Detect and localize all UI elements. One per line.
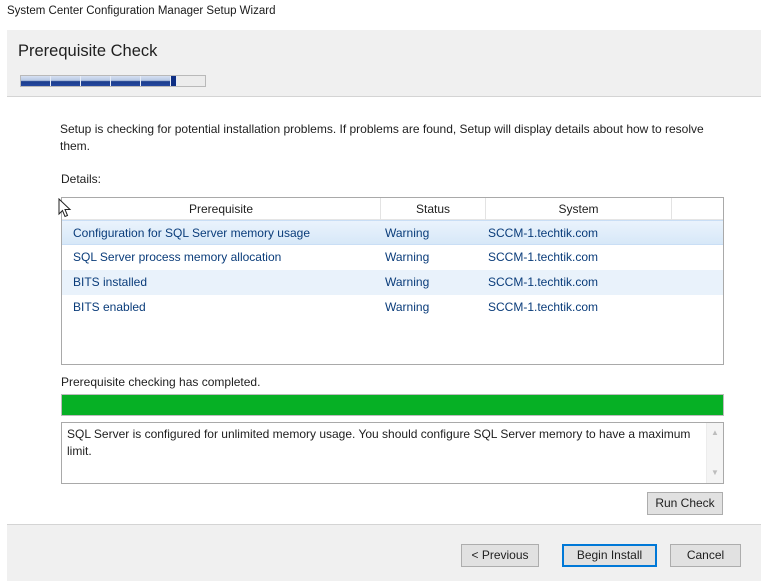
column-header-filler	[672, 198, 723, 220]
step-segment-complete	[111, 76, 141, 86]
intro-text: Setup is checking for potential installa…	[60, 122, 704, 153]
mouse-pointer-icon	[58, 198, 72, 218]
step-segment-remaining	[177, 76, 205, 86]
column-header-prerequisite[interactable]: Prerequisite	[62, 198, 381, 220]
header-divider	[7, 96, 761, 97]
cell-prerequisite: SQL Server process memory allocation	[73, 250, 282, 264]
wizard-header: Prerequisite Check	[7, 30, 761, 96]
step-segment-complete	[51, 76, 81, 86]
page-title: Prerequisite Check	[18, 42, 158, 60]
table-header: Prerequisite Status System	[62, 198, 723, 220]
previous-button[interactable]: < Previous	[461, 544, 539, 567]
column-header-system[interactable]: System	[486, 198, 672, 220]
step-segment-complete	[141, 76, 171, 86]
message-scrollbar[interactable]: ▲ ▼	[706, 423, 723, 483]
table-row[interactable]: BITS enabled Warning SCCM-1.techtik.com	[62, 295, 723, 320]
cell-status: Warning	[385, 300, 430, 314]
cell-prerequisite: BITS enabled	[73, 300, 146, 314]
step-segment-complete	[21, 76, 51, 86]
cell-status: Warning	[385, 250, 430, 264]
cell-system: SCCM-1.techtik.com	[488, 250, 599, 264]
prerequisite-table[interactable]: Prerequisite Status System Configuration…	[61, 197, 724, 365]
cell-status: Warning	[385, 226, 430, 240]
cell-system: SCCM-1.techtik.com	[488, 300, 599, 314]
cell-status: Warning	[385, 275, 430, 289]
scroll-up-arrow-icon[interactable]: ▲	[707, 425, 723, 441]
column-header-status[interactable]: Status	[381, 198, 486, 220]
check-status-text: Prerequisite checking has completed.	[61, 375, 261, 389]
table-row[interactable]: SQL Server process memory allocation War…	[62, 245, 723, 270]
details-message: SQL Server is configured for unlimited m…	[67, 427, 691, 458]
details-label: Details:	[61, 172, 102, 186]
window-title: System Center Configuration Manager Setu…	[7, 5, 276, 17]
run-check-button[interactable]: Run Check	[647, 492, 723, 515]
scroll-down-arrow-icon[interactable]: ▼	[707, 465, 723, 481]
table-row[interactable]: Configuration for SQL Server memory usag…	[62, 220, 723, 245]
wizard-step-progress	[20, 75, 206, 87]
cell-prerequisite: Configuration for SQL Server memory usag…	[73, 226, 310, 240]
cell-system: SCCM-1.techtik.com	[488, 226, 599, 240]
cancel-button[interactable]: Cancel	[670, 544, 741, 567]
cell-system: SCCM-1.techtik.com	[488, 275, 599, 289]
cell-prerequisite: BITS installed	[73, 275, 148, 289]
check-progress-bar	[61, 394, 724, 416]
check-progress-fill	[62, 395, 723, 415]
details-message-box[interactable]: SQL Server is configured for unlimited m…	[61, 422, 724, 484]
step-segment-complete	[81, 76, 111, 86]
table-row[interactable]: BITS installed Warning SCCM-1.techtik.co…	[62, 270, 723, 295]
begin-install-button[interactable]: Begin Install	[562, 544, 657, 567]
